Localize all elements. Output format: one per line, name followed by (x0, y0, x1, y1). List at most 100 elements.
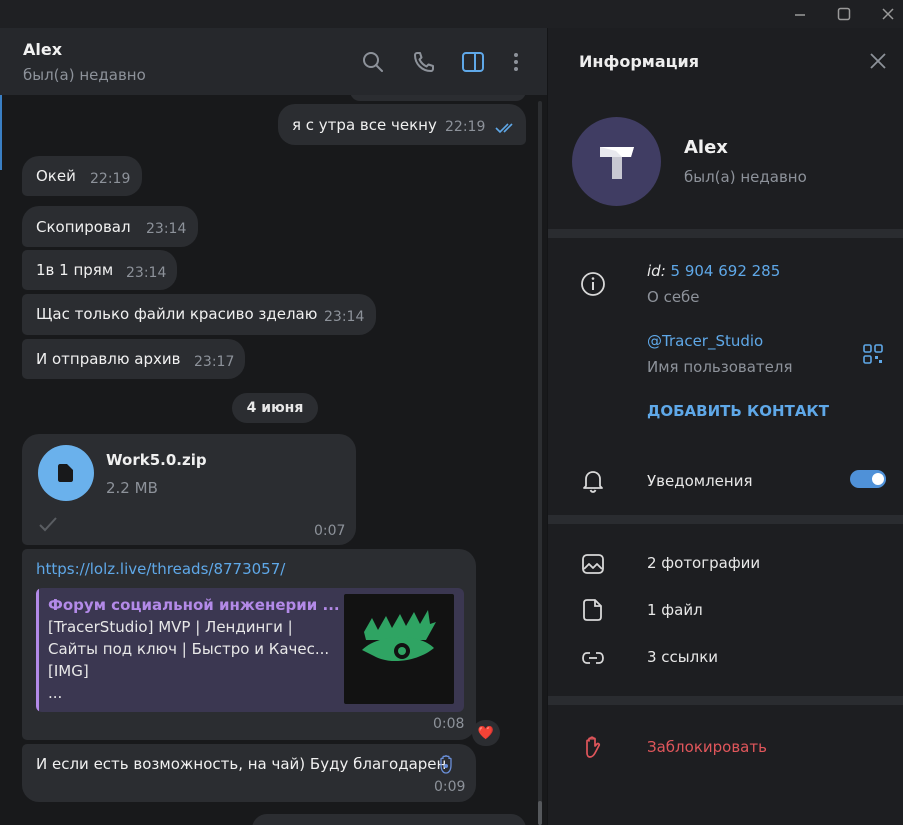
chat-header: Alex был(а) недавно (0, 28, 547, 95)
check-icon (39, 517, 57, 532)
chat-status: был(а) недавно (23, 66, 146, 84)
link-preview-title: Форум социальной инженерии ... (48, 596, 340, 614)
link-icon (582, 652, 604, 664)
double-check-icon (495, 123, 513, 134)
document-icon (58, 464, 73, 482)
bell-icon (583, 471, 603, 493)
shared-files-item[interactable]: 1 файл (647, 601, 703, 619)
shared-links-item[interactable]: 3 ссылки (647, 648, 718, 666)
close-icon (870, 53, 886, 69)
user-id-row[interactable]: id: 5 904 692 285 (647, 262, 780, 280)
maximize-button[interactable] (822, 0, 866, 28)
file-message-bubble[interactable]: Work5.0.zip 2.2 MB 0:07 (22, 434, 356, 545)
link-preview-accent-bar (36, 588, 39, 712)
profile-status: был(а) недавно (684, 168, 807, 186)
unread-indicator (0, 95, 2, 170)
user-id-label: id: (647, 262, 666, 280)
chat-scrollbar-thumb[interactable] (538, 801, 542, 825)
chat-messages-area[interactable]: я с утра все чекну 22:19 Окей 22:19 Скоп… (0, 95, 547, 825)
avatar[interactable] (572, 117, 661, 206)
link-preview-line: [TracerStudio] MVP | Лендинги | (48, 618, 293, 636)
window-close-button[interactable] (866, 0, 903, 28)
message-text: 1в 1 прям (36, 261, 114, 279)
message-bubble-incoming[interactable]: Скопировал 23:14 (22, 206, 198, 247)
window-title-bar (0, 0, 903, 28)
message-time: 23:14 (146, 221, 187, 237)
minimize-button[interactable] (778, 0, 822, 28)
about-label: О себе (647, 288, 700, 306)
qr-code-icon[interactable] (863, 344, 883, 364)
file-size: 2.2 MB (106, 479, 158, 497)
section-divider (548, 696, 903, 705)
reaction-badge[interactable]: ❤️ (472, 720, 500, 746)
block-user-button[interactable]: Заблокировать (647, 738, 767, 756)
heart-reaction: ❤️ (477, 725, 495, 741)
user-id-value: 5 904 692 285 (670, 262, 781, 280)
message-bubble-partial (350, 95, 526, 101)
message-time: 23:14 (126, 265, 167, 281)
message-text: я с утра все чекну (292, 116, 437, 134)
message-text: И если есть возможность, на чай) Буду бл… (36, 755, 447, 773)
message-bubble-incoming[interactable]: И если есть возможность, на чай) Буду бл… (22, 744, 476, 802)
chat-title[interactable]: Alex (23, 40, 62, 59)
phone-icon (414, 52, 434, 72)
message-link[interactable]: https://lolz.live/threads/8773057/ (36, 560, 285, 578)
file-icon (583, 599, 602, 621)
message-time: 23:17 (194, 354, 235, 370)
call-button[interactable] (412, 50, 436, 74)
message-time: 0:09 (434, 779, 466, 795)
link-preview-line: ... (48, 684, 63, 702)
message-bubble-outgoing[interactable]: я с утра все чекну 22:19 (278, 104, 526, 145)
avatar-t-logo-icon (600, 147, 634, 179)
file-name[interactable]: Work5.0.zip (106, 451, 207, 469)
username-label: Имя пользователя (647, 358, 793, 376)
hamsa-emoji-icon (440, 755, 452, 774)
message-bubble-partial (252, 814, 526, 825)
info-icon (581, 272, 605, 296)
info-panel-title: Информация (579, 52, 699, 71)
username-value[interactable]: @Tracer_Studio (647, 332, 763, 350)
notifications-toggle[interactable] (850, 470, 886, 488)
file-download-button[interactable] (38, 445, 94, 501)
search-icon (363, 52, 383, 72)
eye-logo-icon (362, 610, 436, 662)
shared-photos-item[interactable]: 2 фотографии (647, 554, 760, 572)
minimize-icon (795, 14, 805, 16)
message-bubble-incoming[interactable]: 1в 1 прям 23:14 (22, 250, 177, 290)
message-time: 22:19 (445, 119, 486, 135)
maximize-icon (837, 7, 851, 21)
section-divider (548, 515, 903, 524)
close-icon (882, 8, 894, 20)
message-text: Щас только файли красиво зделаю (36, 305, 318, 323)
link-preview-image (344, 594, 454, 704)
notifications-label: Уведомления (647, 472, 753, 490)
message-text: Окей (36, 167, 76, 185)
link-preview-line: [IMG] (48, 662, 89, 680)
date-divider: 4 июня (232, 393, 318, 423)
link-message-bubble[interactable]: https://lolz.live/threads/8773057/ Форум… (22, 549, 476, 740)
message-time: 22:19 (90, 171, 131, 187)
link-preview[interactable]: Форум социальной инженерии ... [TracerSt… (36, 588, 464, 712)
search-button[interactable] (361, 50, 385, 74)
toggle-info-panel-button[interactable] (461, 50, 485, 74)
message-text: И отправлю архив (36, 350, 181, 368)
hand-block-icon (586, 736, 601, 758)
section-divider (548, 229, 903, 238)
message-bubble-incoming[interactable]: Щас только файли красиво зделаю 23:14 (22, 294, 376, 335)
link-preview-line: Сайты под ключ | Быстро и Качес... (48, 640, 330, 658)
profile-name: Alex (684, 137, 728, 158)
chat-scrollbar[interactable] (538, 101, 542, 825)
message-time: 0:08 (433, 716, 465, 732)
message-time: 23:14 (324, 309, 365, 325)
message-text: Скопировал (36, 218, 131, 236)
toggle-knob (870, 471, 886, 487)
sidebar-toggle-icon (462, 52, 484, 72)
info-close-button[interactable] (868, 51, 888, 71)
photo-icon (582, 554, 604, 574)
message-bubble-incoming[interactable]: Окей 22:19 (22, 156, 142, 196)
add-contact-button[interactable]: ДОБАВИТЬ КОНТАКТ (647, 402, 829, 420)
message-bubble-incoming[interactable]: И отправлю архив 23:17 (22, 339, 245, 379)
info-panel: Информация Alex был(а) недавно id: 5 904… (547, 28, 903, 825)
message-time: 0:07 (314, 523, 346, 539)
more-menu-button[interactable] (504, 50, 528, 74)
